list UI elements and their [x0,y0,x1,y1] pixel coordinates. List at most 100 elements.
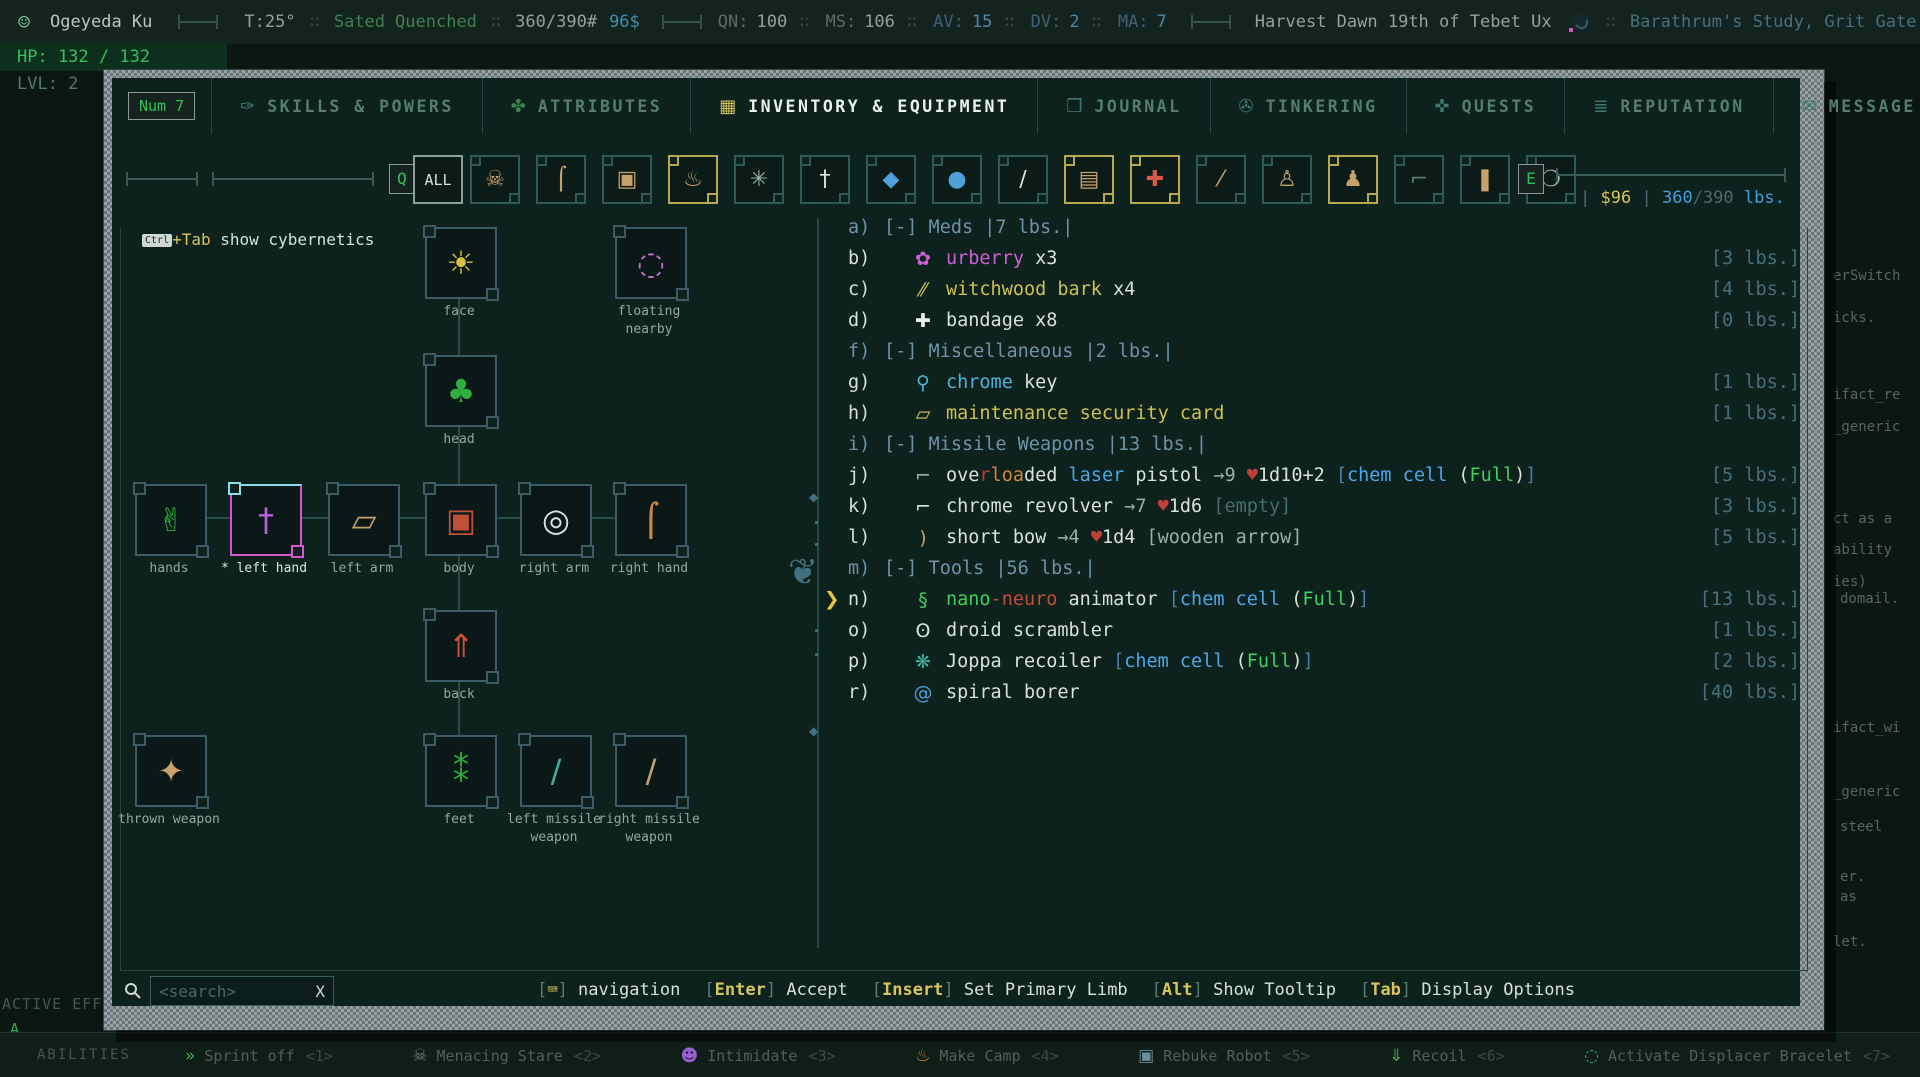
inventory-item-row[interactable]: d) ✚ bandage x8 [0 lbs.] [848,305,1800,336]
category-name: Meds [917,217,985,238]
topbar-text: DV: [1030,12,1062,32]
ability-activate-displacer-bracelet[interactable]: ◌ Activate Displacer Bracelet <7> [1584,1046,1890,1066]
equipment-slot-body[interactable]: ▣ [423,482,499,558]
item-text: chem cell [1179,589,1281,610]
inventory-item-row[interactable]: k) ⌐ chrome revolver →7 ♥ 1d6 [empty] [3 lbs… [848,491,1800,522]
item-text: bandage [946,310,1024,331]
filter-box[interactable]: ▣ [602,155,652,204]
filter-box[interactable]: ▤ [1064,155,1114,204]
item-text: [wooden arrow] [1146,527,1303,548]
filter-box[interactable]: ♙ [1262,155,1312,204]
inventory-item-row[interactable]: b) ✿ urberry x3 [3 lbs.] [848,243,1800,274]
inventory-item-row[interactable]: p) ❋ Joppa recoiler [chem cell (Full)] [2 l… [848,646,1800,677]
inventory-item-row[interactable]: o) ʘ droid scrambler [1 lbs.] [848,615,1800,646]
filter-box[interactable]: ◆ [866,155,916,204]
filter-box[interactable]: ⁄ [1196,155,1246,204]
mail-icon: ✉ [1801,95,1817,117]
inventory-item-row[interactable]: h) ▱ maintenance security card [1 lbs.] [848,398,1800,429]
ability-sprint-off[interactable]: » Sprint off <1> [185,1046,333,1066]
item-text: ♥ [1157,496,1169,517]
equipment-slot-head[interactable]: ♣ [423,353,499,429]
item-weight: [5 lbs.] [1710,465,1800,486]
divider-ornament: ∙ [813,538,820,551]
item-text: pistol [1124,465,1214,486]
quest-icon: ✜ [1434,95,1450,117]
filter-box[interactable]: ❚ [1460,155,1510,204]
item-text: laser [1057,465,1125,486]
slot-connector-line [203,517,230,519]
tab-attributes[interactable]: ✤ ATTRIBUTES [481,78,690,134]
inventory-category-row[interactable]: m) [-] Tools |56 lbs.| [848,553,1800,584]
equipment-slot-left-arm[interactable]: ▱ [326,482,402,558]
filter-box[interactable]: ✳ [734,155,784,204]
equipment-slot-right-arm[interactable]: ◎ [518,482,594,558]
search-input[interactable]: <search> X [150,976,334,1006]
item-weight: [1 lbs.] [1710,372,1800,393]
tab-message-log[interactable]: ✉ MESSAGE LOG [1772,78,1920,134]
tab-tinkering[interactable]: ✇ TINKERING [1209,78,1406,134]
category-expander[interactable]: [-] [884,341,917,362]
face-item-icon: ☀ [446,244,476,282]
hint-navigation: [⌨] navigation [537,980,680,1000]
hint-key: Tab [1370,980,1401,1000]
category-expander[interactable]: [-] [884,558,917,579]
equipment-slot-floating-nearby[interactable]: ◌ [613,225,689,301]
pistol-icon: ⌐ [915,464,931,487]
tab-reputation[interactable]: ≣ REPUTATION [1564,78,1772,134]
inventory-item-row[interactable]: j) ⌐ ove r loa ded laser pistol →9 ♥ 1d10+2 [c… [848,460,1800,491]
ability-rebuke-robot[interactable]: ▣ Rebuke Robot <5> [1138,1046,1310,1066]
row-hotkey: j) [848,465,871,486]
hands-item-icon: ✌ [157,501,185,539]
category-expander[interactable]: [-] [884,434,917,455]
filter-box[interactable]: ● [932,155,982,204]
equipment-slot-thrown-weapon[interactable]: ✦ [133,733,209,809]
ability-intimidate[interactable]: ☻ Intimidate <3> [681,1046,836,1066]
equipment-slot-feet[interactable]: ⁑ [423,733,499,809]
equipment-slot-hands[interactable]: ✌ [133,482,209,558]
item-weight: [2 lbs.] [1710,651,1800,672]
search-clear-button[interactable]: X [315,982,325,1001]
tab-journal[interactable]: ❒ JOURNAL [1037,78,1209,134]
equipment-slot-left-missile-weapon[interactable]: ∕ [518,733,594,809]
menacing-stare-icon: ☠ [412,1045,428,1066]
inventory-category-row[interactable]: f) [-] Miscellaneous |2 lbs.| [848,336,1800,367]
filter-rule-right [1556,168,1786,182]
filter-box[interactable]: ♨ [668,155,718,204]
filter-box[interactable]: ⌠ [536,155,586,204]
recoiler-icon: ❋ [915,650,931,673]
hint-accept: [Enter] Accept [704,980,847,1000]
ability-recoil[interactable]: ⇓ Recoil <6> [1389,1046,1505,1066]
inventory-category-row[interactable]: i) [-] Missile Weapons |13 lbs.| [848,429,1800,460]
inventory-item-row[interactable]: g) ⚲ chrome key [1 lbs.] [848,367,1800,398]
tab-inventory-equipment[interactable]: ▦ INVENTORY & EQUIPMENT [690,78,1037,134]
inventory-category-row[interactable]: a) [-] Meds |7 lbs.| [848,212,1800,243]
equipment-slot-back[interactable]: ⇑ [423,608,499,684]
item-text: →7 [1124,496,1158,517]
category-expander[interactable]: [-] [884,217,917,238]
filter-all-button[interactable]: ALL [413,155,463,204]
inventory-item-row[interactable]: ❯ n) § nano -neuro animator [chem cell (Full… [824,584,1800,615]
row-hotkey: h) [848,403,871,424]
filter-box[interactable]: † [800,155,850,204]
ability-make-camp[interactable]: ♨ Make Camp <4> [915,1046,1059,1066]
topbar-text: MS: [825,12,857,32]
item-weight: [1 lbs.] [1710,620,1800,641]
inventory-item-row[interactable]: r) @ spiral borer [40 lbs.] [848,677,1800,708]
filter-box[interactable]: ⌐ [1394,155,1444,204]
slot-label-right-arm: right arm [518,561,590,576]
filter-box[interactable]: ✚ [1130,155,1180,204]
inventory-item-row[interactable]: c) ⁄⁄ witchwood bark x4 [4 lbs.] [848,274,1800,305]
inventory-item-row[interactable]: l)) short bow →4 ♥ 1d4 [wooden arrow] [5 lb… [848,522,1800,553]
inventory-list: a) [-] Meds |7 lbs.| b) ✿ urberry x3 [3 lbs.]… [824,212,1800,708]
filter-box[interactable]: ♟ [1328,155,1378,204]
equipment-slot-face[interactable]: ☀ [423,225,499,301]
equipment-slot-right-hand[interactable]: ⌠ [613,482,689,558]
filter-box[interactable]: ∕ [998,155,1048,204]
equipment-slot-right-missile-weapon[interactable]: ∕ [613,733,689,809]
topbar-text: Barathrum's Study, Grit Gate [1629,12,1917,32]
equipment-slot-left-hand[interactable]: † [228,482,304,558]
tab-quests[interactable]: ✜ QUESTS [1405,78,1565,134]
ability-menacing-stare[interactable]: ☠ Menacing Stare <2> [412,1046,601,1066]
tab-skills-powers[interactable]: ✑ SKILLS & POWERS [211,78,482,134]
filter-box[interactable]: ☠ [470,155,520,204]
